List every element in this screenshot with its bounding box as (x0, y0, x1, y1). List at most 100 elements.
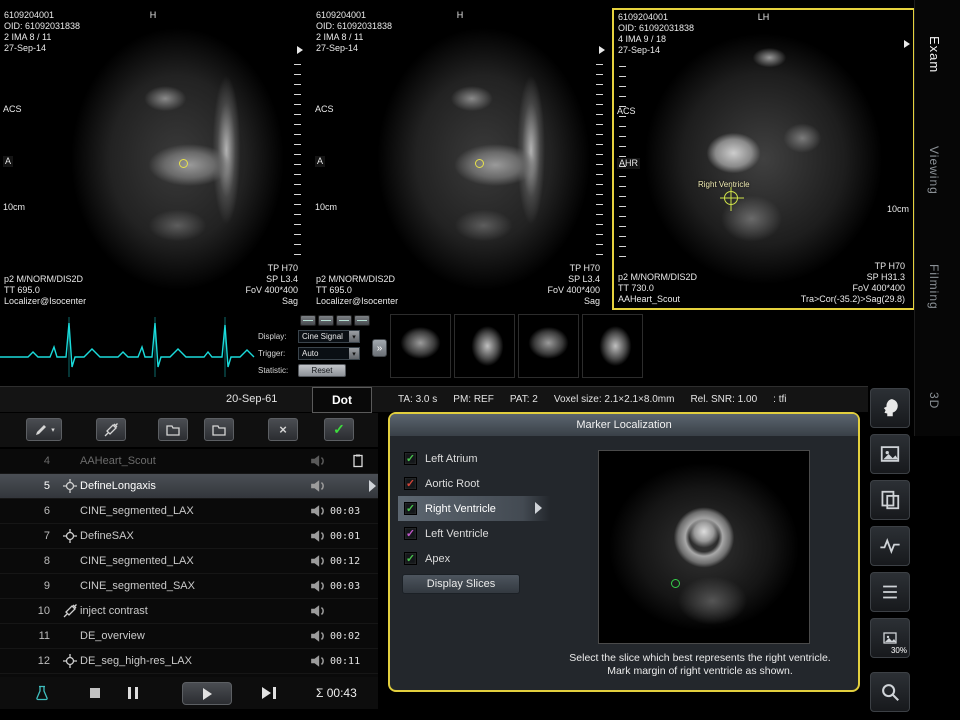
checkbox-checked-icon[interactable]: ✓ (404, 527, 417, 540)
marker-checklist: ✓ Left Atrium ✓ Aortic Root ✓ Right Vent… (398, 446, 550, 571)
checkbox-checked-icon[interactable]: ✓ (404, 502, 417, 515)
protocol-row[interactable]: 6 CINE_segmented_LAX 00:03 (0, 499, 378, 524)
apply-button[interactable]: ✓ (324, 418, 354, 441)
copy-image-button[interactable] (870, 480, 910, 520)
series-thumbnail[interactable] (518, 314, 579, 378)
display-slices-button[interactable]: Display Slices (402, 574, 520, 594)
viewport-annotations: 6109204001 OID: 61092031838 2 IMA 8 / 11… (316, 10, 392, 54)
list-view-button[interactable] (870, 572, 910, 612)
image-gallery-button[interactable] (870, 434, 910, 474)
define-icon (62, 528, 80, 544)
task-card-tabs: Exam Viewing Filming 3D (914, 0, 960, 436)
trigger-row: Trigger: Auto ▾ (258, 347, 360, 360)
cancel-button[interactable]: × (268, 418, 298, 441)
protocol-row[interactable]: 7 DefineSAX 00:01 (0, 524, 378, 549)
step-label: DE_overview (80, 630, 310, 642)
right-ventricle-marker-label: Right Ventricle (698, 180, 750, 189)
magnifier-button[interactable] (870, 672, 910, 712)
protocol-row[interactable]: 9 CINE_segmented_SAX 00:03 (0, 574, 378, 599)
marker-item-left-ventricle[interactable]: ✓ Left Ventricle (398, 521, 550, 546)
step-number: 6 (0, 505, 62, 517)
reset-button[interactable]: Reset (298, 364, 346, 377)
tab-viewing[interactable]: Viewing (927, 146, 941, 195)
instruction-line: Mark margin of right ventricle as shown. (550, 665, 850, 678)
chevron-down-icon[interactable]: ▾ (349, 331, 359, 342)
signal-display-button[interactable] (870, 526, 910, 566)
viewport-sagittal-1[interactable]: 6109204001 OID: 61092031838 2 IMA 8 / 11… (0, 8, 306, 310)
geometry-info: TP H70 SP L3.4 FoV 400*400 Sag (547, 263, 600, 307)
trigger-mode-select[interactable]: Auto ▾ (298, 347, 360, 360)
protocol-row[interactable]: 4 AAHeart_Scout (0, 449, 378, 474)
step-time: 00:11 (330, 656, 378, 667)
marker-item-left-atrium[interactable]: ✓ Left Atrium (398, 446, 550, 471)
marker-item-aortic-root[interactable]: ✓ Aortic Root (398, 471, 550, 496)
step-number: 11 (0, 630, 62, 642)
tab-3d[interactable]: 3D (927, 392, 941, 409)
orientation-label: H (457, 10, 464, 21)
checkbox-checked-icon[interactable]: ✓ (404, 477, 417, 490)
overlay-line: FoV 400*400 (547, 285, 600, 296)
statistic-label: Statistic: (258, 366, 294, 375)
checkbox-checked-icon[interactable]: ✓ (404, 552, 417, 565)
pause-button[interactable] (128, 687, 138, 699)
play-button[interactable] (182, 682, 232, 705)
stack-arrow-icon[interactable] (599, 46, 605, 54)
signal-type-ecg-icon[interactable] (300, 315, 316, 326)
speaker-icon (310, 478, 330, 494)
protocol-row-selected[interactable]: 5 DefineLongaxis (0, 474, 378, 499)
acquisition-info: TA: 3.0 s PM: REF PAT: 2 Voxel size: 2.1… (398, 394, 787, 405)
stop-button[interactable] (90, 688, 100, 698)
signal-type-ext-icon[interactable] (354, 315, 370, 326)
overlay-line: p2 M/NORM/DIS2D (4, 274, 86, 285)
panel-title: Marker Localization (390, 414, 858, 436)
protocol-row[interactable]: 8 CINE_segmented_LAX 00:12 (0, 549, 378, 574)
protocol-toolbar: ▾ × ✓ (0, 413, 378, 447)
protocol-row[interactable]: 10 inject contrast (0, 599, 378, 624)
reference-sax-image[interactable] (598, 450, 810, 644)
tab-exam[interactable]: Exam (927, 36, 942, 73)
overlay-line: TT 730.0 (618, 283, 697, 294)
signal-type-pulse-icon[interactable] (318, 315, 334, 326)
slice-marker-icon[interactable] (475, 159, 484, 168)
contrast-syringe-button[interactable] (96, 418, 126, 441)
trigger-label: Trigger: (258, 349, 294, 358)
paste-step-button[interactable] (204, 418, 234, 441)
viewport-sagittal-2[interactable]: 6109204001 OID: 61092031838 2 IMA 8 / 11… (312, 8, 608, 310)
series-thumbnail[interactable] (390, 314, 451, 378)
step-label: CINE_segmented_LAX (80, 505, 310, 517)
expand-physio-button[interactable]: » (372, 339, 387, 357)
series-thumbnail[interactable] (454, 314, 515, 378)
orientation-label: H (150, 10, 157, 21)
display-signal-select[interactable]: Cine Signal ▾ (298, 330, 360, 343)
chevron-down-icon[interactable]: ▾ (349, 348, 359, 359)
stack-arrow-icon[interactable] (297, 46, 303, 54)
skip-button[interactable] (262, 687, 276, 699)
tab-filming[interactable]: Filming (927, 264, 941, 310)
contrast-beaker-icon[interactable] (34, 685, 50, 706)
protocol-row[interactable]: 12 DE_seg_high-res_LAX 00:11 (0, 649, 378, 674)
slice-marker-icon[interactable] (179, 159, 188, 168)
protocol-row[interactable]: 11 DE_overview 00:02 (0, 624, 378, 649)
dot-engine-button[interactable]: Dot (312, 387, 372, 413)
zoom-level-button[interactable]: 30% (870, 618, 910, 658)
stack-arrow-icon[interactable] (904, 40, 910, 48)
total-time: Σ 00:43 (316, 686, 357, 700)
oid: OID: 61092031838 (618, 23, 694, 34)
marker-item-apex[interactable]: ✓ Apex (398, 546, 550, 571)
overlay-line: p2 M/NORM/DIS2D (316, 274, 398, 285)
marker-item-label: Right Ventricle (425, 503, 496, 515)
overlay-line: Localizer@Isocenter (316, 296, 398, 307)
clipboard-icon[interactable] (350, 453, 366, 472)
series-thumbnail[interactable] (582, 314, 643, 378)
patient-view-button[interactable] (870, 388, 910, 428)
magnifier-icon (879, 681, 901, 703)
checkbox-checked-icon[interactable]: ✓ (404, 452, 417, 465)
orientation-label: A (3, 156, 13, 167)
crosshair-marker-icon[interactable] (724, 191, 738, 205)
copy-step-button[interactable] (158, 418, 188, 441)
overlay-line: SP H31.3 (801, 272, 905, 283)
edit-dropdown-button[interactable]: ▾ (26, 418, 62, 441)
viewport-four-chamber-active[interactable]: 6109204001 OID: 61092031838 4 IMA 9 / 18… (612, 8, 915, 310)
marker-item-right-ventricle[interactable]: ✓ Right Ventricle (398, 496, 550, 521)
signal-type-resp-icon[interactable] (336, 315, 352, 326)
